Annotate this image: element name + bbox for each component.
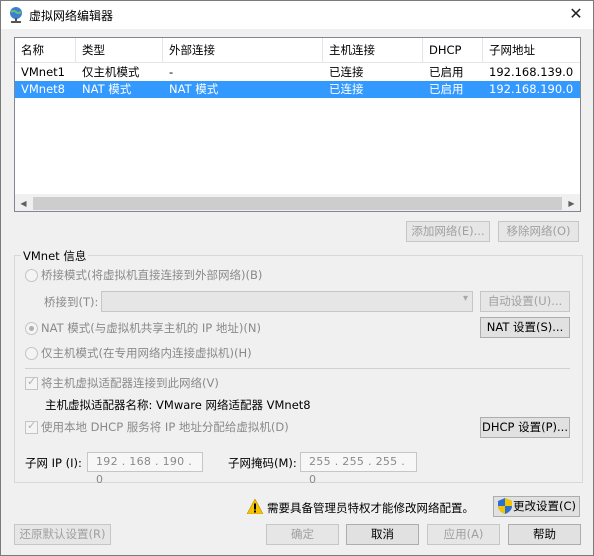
auto-settings-button[interactable]: 自动设置(U)...: [480, 291, 570, 312]
connect-adapter-checkbox[interactable]: [25, 375, 38, 390]
column-header-name[interactable]: 名称: [15, 38, 76, 63]
close-button[interactable]: ✕: [559, 1, 593, 28]
change-settings-label: 更改设置(C): [512, 499, 576, 513]
bridged-mode-radio[interactable]: [25, 269, 38, 282]
close-icon: ✕: [569, 4, 583, 23]
admin-warning-text: 需要具备管理员特权才能修改网络配置。: [267, 501, 474, 515]
ok-button[interactable]: 确定: [266, 524, 339, 545]
column-header-subnet[interactable]: 子网地址: [483, 38, 580, 63]
scroll-right-icon[interactable]: ▶: [563, 195, 580, 212]
nat-mode-label: NAT 模式(与虚拟机共享主机的 IP 地址)(N): [41, 321, 261, 335]
apply-button[interactable]: 应用(A): [427, 524, 500, 545]
cell-name: VMnet1: [21, 65, 65, 79]
column-header-dhcp[interactable]: DHCP: [423, 38, 483, 63]
chevron-down-icon: ▾: [462, 293, 468, 304]
nat-mode-radio[interactable]: [25, 322, 38, 335]
subnet-mask-label: 子网掩码(M):: [228, 456, 297, 470]
bridge-to-label: 桥接到(T):: [44, 295, 99, 309]
table-row[interactable]: VMnet8 NAT 模式 NAT 模式 已连接 已启用 192.168.190…: [15, 81, 580, 98]
virtual-network-editor-window: 虚拟网络编辑器 ✕ 名称 类型 外部连接 主机连接 DHCP 子网地址 VMne…: [0, 0, 594, 556]
horizontal-scrollbar[interactable]: ◀ ▶: [15, 194, 580, 211]
subnet-ip-input[interactable]: 192 . 168 . 190 . 0: [87, 452, 203, 486]
network-globe-icon: [10, 7, 22, 23]
column-header-type[interactable]: 类型: [76, 38, 163, 63]
dhcp-settings-button[interactable]: DHCP 设置(P)...: [480, 417, 570, 438]
host-only-radio[interactable]: [25, 347, 38, 360]
table-row[interactable]: VMnet1 仅主机模式 - 已连接 已启用 192.168.139.0: [15, 64, 580, 81]
scrollbar-thumb[interactable]: [33, 197, 562, 210]
cell-subnet: 192.168.139.0: [489, 65, 574, 79]
cell-external: NAT 模式: [169, 82, 219, 96]
scroll-left-icon[interactable]: ◀: [15, 195, 32, 212]
add-network-button[interactable]: 添加网络(E)...: [406, 221, 490, 242]
cell-host: 已连接: [329, 82, 364, 96]
cell-dhcp: 已启用: [429, 65, 464, 79]
help-button[interactable]: 帮助: [508, 524, 581, 545]
subnet-mask-input[interactable]: 255 . 255 . 255 . 0: [300, 452, 417, 486]
column-header-host[interactable]: 主机连接: [323, 38, 423, 63]
remove-network-button[interactable]: 移除网络(O): [498, 221, 579, 242]
cell-type: NAT 模式: [82, 82, 132, 96]
host-only-label: 仅主机模式(在专用网络内连接虚拟机)(H): [41, 346, 252, 360]
vmnet-info-label: VMnet 信息: [21, 248, 89, 264]
cancel-button[interactable]: 取消: [346, 524, 419, 545]
subnet-ip-label: 子网 IP (I):: [25, 456, 82, 470]
bridge-to-select[interactable]: ▾: [101, 291, 473, 312]
network-list[interactable]: 名称 类型 外部连接 主机连接 DHCP 子网地址 VMnet1 仅主机模式 -…: [14, 37, 581, 212]
cell-host: 已连接: [329, 65, 364, 79]
warning-icon: [247, 499, 263, 514]
restore-defaults-button[interactable]: 还原默认设置(R): [14, 524, 111, 545]
cell-name: VMnet8: [21, 82, 65, 96]
nat-settings-button[interactable]: NAT 设置(S)...: [480, 317, 570, 338]
cell-external: -: [169, 65, 174, 79]
cell-type: 仅主机模式: [82, 65, 140, 79]
dhcp-checkbox[interactable]: [25, 419, 38, 434]
column-header-external[interactable]: 外部连接: [163, 38, 323, 63]
bridged-mode-label: 桥接模式(将虚拟机直接连接到外部网络)(B): [41, 268, 263, 282]
vmnet-info-group: [14, 255, 583, 483]
cell-subnet: 192.168.190.0: [489, 82, 574, 96]
cell-dhcp: 已启用: [429, 82, 464, 96]
connect-adapter-label: 将主机虚拟适配器连接到此网络(V): [41, 376, 219, 390]
dhcp-label: 使用本地 DHCP 服务将 IP 地址分配给虚拟机(D): [41, 420, 289, 434]
title-bar: 虚拟网络编辑器 ✕: [1, 1, 593, 29]
list-header: 名称 类型 外部连接 主机连接 DHCP 子网地址: [15, 38, 580, 63]
divider: [25, 368, 570, 369]
adapter-name-label: 主机虚拟适配器名称: VMware 网络适配器 VMnet8: [45, 398, 311, 412]
window-title: 虚拟网络编辑器: [29, 9, 114, 23]
uac-shield-icon: [498, 498, 512, 514]
